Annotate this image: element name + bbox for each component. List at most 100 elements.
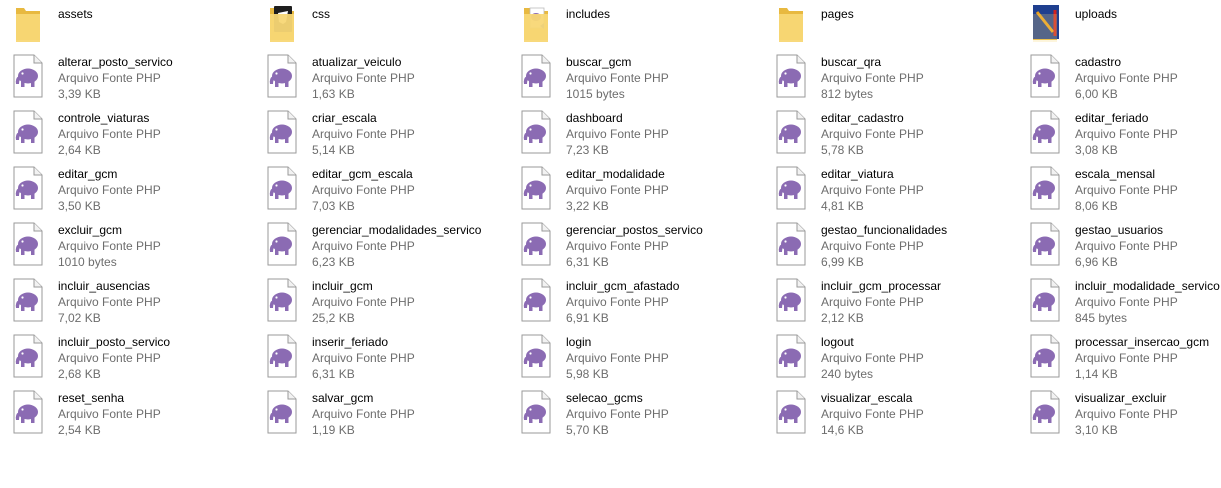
file-type: Arquivo Fonte PHP: [1075, 127, 1178, 141]
file-item[interactable]: visualizar_excluir Arquivo Fonte PHP 3,10 …: [1017, 390, 1221, 442]
file-size: 3,50 KB: [58, 199, 101, 213]
file-item[interactable]: logout Arquivo Fonte PHP 240 bytes: [763, 334, 1013, 386]
file-size: 5,98 KB: [566, 367, 609, 381]
file-item[interactable]: editar_gcm Arquivo Fonte PHP 3,50 KB: [0, 166, 250, 218]
file-item[interactable]: visualizar_escala Arquivo Fonte PHP 14,6 K…: [763, 390, 1013, 442]
file-item[interactable]: editar_feriado Arquivo Fonte PHP 3,08 KB: [1017, 110, 1221, 162]
file-size: 240 bytes: [821, 367, 874, 381]
file-item[interactable]: dashboard Arquivo Fonte PHP 7,23 KB: [508, 110, 758, 162]
file-size: 2,12 KB: [821, 311, 864, 325]
file-size: 4,81 KB: [821, 199, 864, 213]
file-item[interactable]: incluir_ausencias Arquivo Fonte PHP 7,02 K…: [0, 278, 250, 330]
file-item[interactable]: inserir_feriado Arquivo Fonte PHP 6,31 KB: [254, 334, 504, 386]
file-size: 8,06 KB: [1075, 199, 1118, 213]
file-size: 812 bytes: [821, 87, 874, 101]
file-type: Arquivo Fonte PHP: [58, 295, 161, 309]
folder-icon: [773, 2, 809, 46]
file-size: 3,10 KB: [1075, 423, 1118, 437]
file-name: login: [566, 335, 592, 349]
file-item[interactable]: selecao_gcms Arquivo Fonte PHP 5,70 KB: [508, 390, 758, 442]
file-item[interactable]: incluir_gcm_afastado Arquivo Fonte PHP 6,9…: [508, 278, 758, 330]
php-file-icon: [518, 222, 554, 266]
file-type: Arquivo Fonte PHP: [58, 351, 161, 365]
file-type: Arquivo Fonte PHP: [1075, 351, 1178, 365]
file-name: gestao_usuarios: [1075, 223, 1164, 237]
file-item[interactable]: buscar_qra Arquivo Fonte PHP 812 bytes: [763, 54, 1013, 106]
php-file-icon: [264, 110, 300, 154]
file-item[interactable]: editar_cadastro Arquivo Fonte PHP 5,78 KB: [763, 110, 1013, 162]
file-item[interactable]: excluir_gcm Arquivo Fonte PHP 1010 bytes: [0, 222, 250, 274]
folder-item[interactable]: uploads: [1017, 2, 1221, 54]
file-name: editar_cadastro: [821, 111, 904, 125]
php-file-icon: [773, 166, 809, 210]
folder-item[interactable]: includes: [508, 2, 758, 54]
file-type: Arquivo Fonte PHP: [566, 295, 669, 309]
file-item[interactable]: alterar_posto_servico Arquivo Fonte PHP 3,…: [0, 54, 250, 106]
php-file-icon: [10, 334, 46, 378]
folder-item[interactable]: assets: [0, 2, 250, 54]
file-size: 6,00 KB: [1075, 87, 1118, 101]
file-item[interactable]: controle_viaturas Arquivo Fonte PHP 2,64 K…: [0, 110, 250, 162]
file-type: Arquivo Fonte PHP: [821, 183, 924, 197]
php-file-icon: [264, 278, 300, 322]
file-item[interactable]: incluir_gcm Arquivo Fonte PHP 25,2 KB: [254, 278, 504, 330]
folder-item[interactable]: pages: [763, 2, 1013, 54]
file-name: salvar_gcm: [312, 391, 374, 405]
file-type: Arquivo Fonte PHP: [566, 239, 669, 253]
file-item[interactable]: incluir_modalidade_servico Arquivo Fonte …: [1017, 278, 1221, 330]
php-file-icon: [10, 166, 46, 210]
file-type: Arquivo Fonte PHP: [566, 351, 669, 365]
file-type: Arquivo Fonte PHP: [1075, 71, 1178, 85]
file-item[interactable]: incluir_gcm_processar Arquivo Fonte PHP 2,…: [763, 278, 1013, 330]
file-item[interactable]: editar_modalidade Arquivo Fonte PHP 3,22 K…: [508, 166, 758, 218]
file-type: Arquivo Fonte PHP: [821, 351, 924, 365]
file-item[interactable]: criar_escala Arquivo Fonte PHP 5,14 KB: [254, 110, 504, 162]
file-type: Arquivo Fonte PHP: [821, 407, 924, 421]
file-type: Arquivo Fonte PHP: [1075, 407, 1178, 421]
file-type: Arquivo Fonte PHP: [58, 71, 161, 85]
file-type: Arquivo Fonte PHP: [312, 295, 415, 309]
file-item[interactable]: gestao_funcionalidades Arquivo Fonte PHP 6…: [763, 222, 1013, 274]
file-name: editar_modalidade: [566, 167, 665, 181]
php-file-icon: [773, 390, 809, 434]
file-item[interactable]: atualizar_veiculo Arquivo Fonte PHP 1,63 K…: [254, 54, 504, 106]
file-name: editar_gcm_escala: [312, 167, 413, 181]
file-item[interactable]: reset_senha Arquivo Fonte PHP 2,54 KB: [0, 390, 250, 442]
php-file-icon: [264, 54, 300, 98]
file-item[interactable]: editar_gcm_escala Arquivo Fonte PHP 7,03 K…: [254, 166, 504, 218]
file-item[interactable]: salvar_gcm Arquivo Fonte PHP 1,19 KB: [254, 390, 504, 442]
file-item[interactable]: editar_viatura Arquivo Fonte PHP 4,81 KB: [763, 166, 1013, 218]
php-file-icon: [264, 222, 300, 266]
file-type: Arquivo Fonte PHP: [566, 407, 669, 421]
file-name: incluir_ausencias: [58, 279, 151, 293]
php-file-icon: [773, 110, 809, 154]
file-size: 5,70 KB: [566, 423, 609, 437]
file-type: Arquivo Fonte PHP: [312, 71, 415, 85]
folder-item[interactable]: css: [254, 2, 504, 54]
file-name: gestao_funcionalidades: [821, 223, 948, 237]
file-name: selecao_gcms: [566, 391, 643, 405]
file-size: 1,63 KB: [312, 87, 355, 101]
file-item[interactable]: cadastro Arquivo Fonte PHP 6,00 KB: [1017, 54, 1221, 106]
file-item[interactable]: gerenciar_modalidades_servico Arquivo Fon…: [254, 222, 504, 274]
file-item[interactable]: gestao_usuarios Arquivo Fonte PHP 6,96 KB: [1017, 222, 1221, 274]
file-item[interactable]: login Arquivo Fonte PHP 5,98 KB: [508, 334, 758, 386]
file-name: incluir_gcm_processar: [821, 279, 942, 293]
file-size: 2,64 KB: [58, 143, 101, 157]
file-item[interactable]: processar_insercao_gcm Arquivo Fonte PHP 1…: [1017, 334, 1221, 386]
php-file-icon: [1027, 54, 1063, 98]
file-item[interactable]: incluir_posto_servico Arquivo Fonte PHP 2,…: [0, 334, 250, 386]
file-name: visualizar_escala: [821, 391, 913, 405]
file-item[interactable]: escala_mensal Arquivo Fonte PHP 8,06 KB: [1017, 166, 1221, 218]
file-name: visualizar_excluir: [1075, 391, 1167, 405]
file-type: Arquivo Fonte PHP: [312, 127, 415, 141]
folder-name: css: [312, 7, 330, 21]
file-name: editar_gcm: [58, 167, 118, 181]
file-name: gerenciar_modalidades_servico: [312, 223, 482, 237]
file-name: dashboard: [566, 111, 623, 125]
file-item[interactable]: buscar_gcm Arquivo Fonte PHP 1015 bytes: [508, 54, 758, 106]
file-type: Arquivo Fonte PHP: [821, 239, 924, 253]
file-type: Arquivo Fonte PHP: [312, 183, 415, 197]
file-item[interactable]: gerenciar_postos_servico Arquivo Fonte PH…: [508, 222, 758, 274]
php-file-icon: [264, 334, 300, 378]
